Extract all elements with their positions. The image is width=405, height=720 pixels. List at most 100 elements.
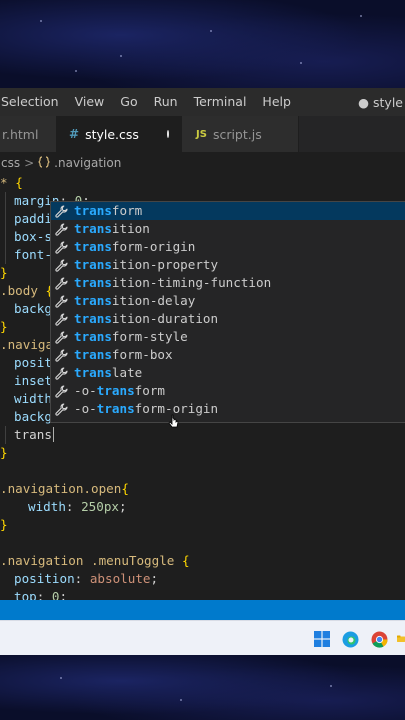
code-line: box-s <box>14 229 52 244</box>
code-line: inset <box>14 373 52 388</box>
indent-guide <box>5 192 6 264</box>
breadcrumb-separator: > <box>24 156 35 170</box>
menu-selection[interactable]: Selection <box>0 88 67 116</box>
suggestion-item[interactable]: -o-trans form-origin <box>51 400 405 418</box>
indent-guide <box>5 426 6 444</box>
tab-label: r.html <box>2 126 39 142</box>
wrench-icon <box>54 204 68 218</box>
suggestion-item[interactable]: trans ition-duration <box>51 310 405 328</box>
wrench-icon <box>54 330 68 344</box>
code-line: width: 250px; <box>28 499 127 514</box>
wrench-icon <box>54 294 68 308</box>
desktop-wallpaper-top <box>0 0 405 88</box>
suggestion-match: trans <box>74 275 112 290</box>
wrench-icon <box>54 222 68 236</box>
menu-view[interactable]: View <box>67 88 113 116</box>
code-line: * { <box>0 175 23 190</box>
js-file-icon: JS <box>196 128 207 140</box>
suggestion-item[interactable]: trans form-style <box>51 328 405 346</box>
wrench-icon <box>54 258 68 272</box>
code-line-current[interactable]: trans <box>14 426 54 444</box>
suggestion-item[interactable]: trans ition-delay <box>51 292 405 310</box>
suggestion-item[interactable]: trans late <box>51 364 405 382</box>
suggestion-rest: ition-timing-function <box>111 275 272 290</box>
suggestion-item[interactable]: trans ition <box>51 220 405 238</box>
suggestion-match: trans <box>74 221 112 236</box>
suggestion-rest: form <box>134 383 166 398</box>
tab-label: style.css <box>85 126 139 142</box>
code-line: .navigation .menuToggle { <box>0 553 190 568</box>
code-line: posit <box>14 355 52 370</box>
suggestion-rest: form-box <box>111 347 173 362</box>
suggestion-match: trans <box>74 347 112 362</box>
suggestion-item[interactable]: trans form <box>51 202 405 220</box>
code-line: } <box>0 319 8 334</box>
suggestion-prefix: -o- <box>74 383 97 398</box>
css-hash-icon: # <box>69 127 80 141</box>
code-line: } <box>0 517 8 532</box>
code-line: } <box>0 445 8 460</box>
css-symbol-icon <box>38 155 51 171</box>
suggestion-rest: ition-property <box>111 257 219 272</box>
window-title: ● style <box>358 94 403 110</box>
suggestion-match: trans <box>74 329 112 344</box>
menu-go[interactable]: Go <box>112 88 145 116</box>
editor-tab-bar: r.html # style.css JS script.js <box>0 116 405 152</box>
suggestion-item[interactable]: trans ition-timing-function <box>51 274 405 292</box>
wrench-icon <box>54 348 68 362</box>
unsaved-dot-icon[interactable] <box>166 130 169 138</box>
suggestion-match: trans <box>74 293 112 308</box>
wrench-icon <box>54 276 68 290</box>
windows-taskbar <box>0 620 405 656</box>
tab-index-html[interactable]: r.html <box>0 116 57 152</box>
autocomplete-suggestions: trans form trans ition trans form-origin trans… <box>50 201 405 423</box>
tab-label: script.js <box>212 126 262 142</box>
suggestion-rest: ition-duration <box>111 311 219 326</box>
suggestion-prefix: -o- <box>74 401 97 416</box>
code-line: backg <box>14 301 52 316</box>
breadcrumb: css > .navigation <box>0 152 405 174</box>
code-line: font- <box>14 247 52 262</box>
suggestion-match: trans <box>74 257 112 272</box>
suggestion-item[interactable]: -o-trans form <box>51 382 405 400</box>
suggestion-match: trans <box>74 203 112 218</box>
suggestion-rest: form-origin <box>111 239 196 254</box>
code-line: paddi <box>14 211 52 226</box>
windows-start-icon[interactable] <box>313 630 331 648</box>
breadcrumb-symbol[interactable]: .navigation <box>54 156 121 170</box>
code-line: backg <box>14 409 52 424</box>
tab-style-css[interactable]: # style.css <box>57 116 182 152</box>
code-line: width <box>14 391 52 406</box>
suggestion-match: trans <box>96 383 135 398</box>
wrench-icon <box>54 402 68 416</box>
suggestion-match: trans <box>96 401 135 416</box>
suggestion-rest: form <box>111 203 143 218</box>
wrench-icon <box>54 384 68 398</box>
breadcrumb-file[interactable]: css <box>1 156 20 170</box>
chrome-browser-icon[interactable] <box>370 630 388 648</box>
suggestion-rest: ition <box>111 221 150 236</box>
suggestion-match: trans <box>74 365 112 380</box>
status-bar <box>0 600 405 620</box>
suggestion-rest: ition-delay <box>111 293 196 308</box>
folder-icon[interactable] <box>397 630 405 648</box>
code-line: position: absolute; <box>14 571 159 586</box>
tab-script-js[interactable]: JS script.js <box>182 116 299 152</box>
code-line: .navigation.open{ <box>0 481 129 496</box>
suggestion-item[interactable]: trans form-box <box>51 346 405 364</box>
wrench-icon <box>54 240 68 254</box>
suggestion-item[interactable]: trans ition-property <box>51 256 405 274</box>
menu-bar: Selection View Go Run Terminal Help ● st… <box>0 88 405 116</box>
suggestion-rest: form-style <box>111 329 188 344</box>
suggestion-item[interactable]: trans form-origin <box>51 238 405 256</box>
desktop-wallpaper-bottom <box>0 655 405 720</box>
menu-run[interactable]: Run <box>146 88 186 116</box>
vscode-window: Selection View Go Run Terminal Help ● st… <box>0 88 405 620</box>
menu-terminal[interactable]: Terminal <box>186 88 255 116</box>
code-line: .naviga <box>0 337 54 352</box>
edge-browser-icon[interactable] <box>341 630 359 648</box>
mouse-pointer-icon <box>168 414 180 434</box>
suggestion-match: trans <box>74 311 112 326</box>
menu-help[interactable]: Help <box>254 88 299 116</box>
code-line: } <box>0 265 8 280</box>
